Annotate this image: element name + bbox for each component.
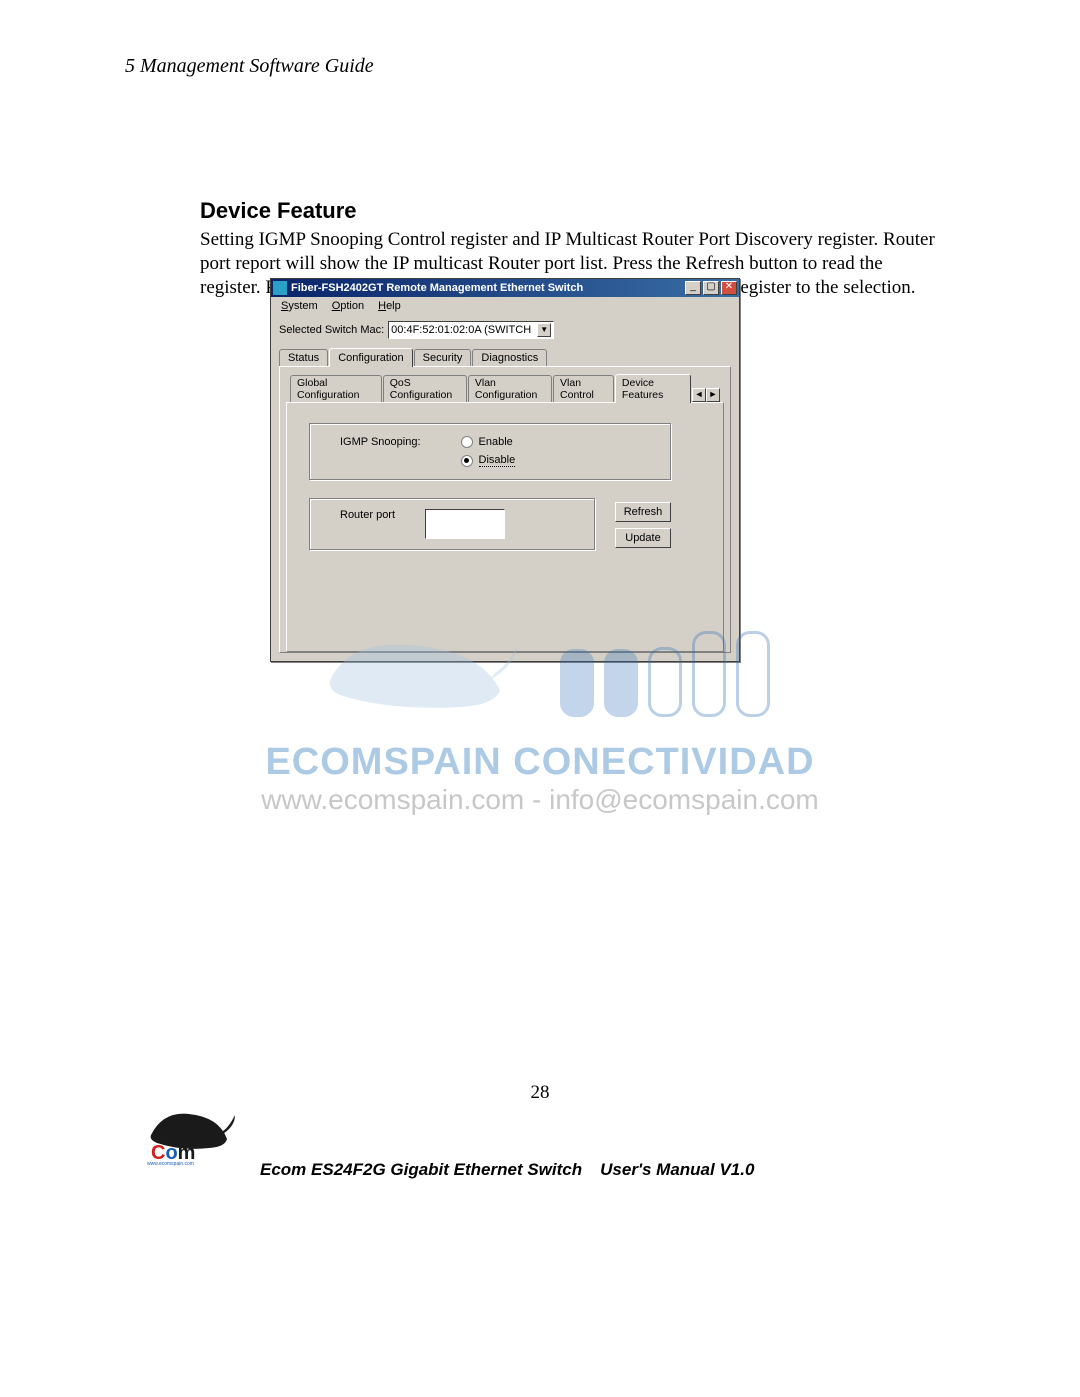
outer-tabstrip: Status Configuration Security Diagnostic…: [271, 347, 739, 366]
igmp-group: IGMP Snooping: Enable Disable: [309, 423, 671, 480]
tab-global-config[interactable]: Global Configuration: [290, 375, 382, 402]
mac-selector-row: Selected Switch Mac: 00:4F:52:01:02:0A (…: [271, 315, 739, 343]
igmp-enable-label: Enable: [479, 436, 513, 448]
tab-device-features[interactable]: Device Features: [615, 374, 691, 403]
tab-vlan-control[interactable]: Vlan Control: [553, 375, 614, 402]
router-port-list[interactable]: [425, 509, 505, 539]
tab-scroll-right-icon[interactable]: ►: [706, 388, 720, 402]
inner-tabstrip: Global Configuration QoS Configuration V…: [286, 373, 724, 402]
radio-icon: [461, 436, 473, 448]
footer-doc: User's Manual V1.0: [600, 1160, 754, 1179]
igmp-disable-radio[interactable]: Disable: [461, 454, 516, 467]
igmp-disable-label: Disable: [479, 454, 516, 467]
maximize-button[interactable]: ▢: [703, 281, 719, 295]
tab-security[interactable]: Security: [414, 349, 472, 366]
app-icon: [273, 281, 287, 295]
refresh-button[interactable]: Refresh: [615, 502, 671, 522]
tab-vlan-config[interactable]: Vlan Configuration: [468, 375, 552, 402]
router-port-group: Router port: [309, 498, 595, 550]
watermark-brand: ECOMSPAIN CONECTIVIDAD: [0, 741, 1080, 784]
router-port-row: Router port Refresh Update: [309, 498, 671, 550]
footer-logo-url: www.ecomspain.com: [147, 1161, 194, 1167]
footer-product: Ecom ES24F2G Gigabit Ethernet Switch: [260, 1160, 582, 1179]
mac-value: 00:4F:52:01:02:0A (SWITCH: [391, 324, 531, 336]
tab-configuration[interactable]: Configuration: [329, 348, 412, 367]
update-button[interactable]: Update: [615, 528, 671, 548]
section-heading: Device Feature: [200, 198, 945, 224]
inner-tab-panel: IGMP Snooping: Enable Disable Router por…: [286, 402, 724, 652]
menu-help[interactable]: Help: [372, 299, 407, 313]
watermark-url: www.ecomspain.com - info@ecomspain.com: [0, 784, 1080, 816]
igmp-label: IGMP Snooping:: [340, 436, 421, 448]
footer-logo: Com www.ecomspain.com: [145, 1105, 235, 1167]
app-window: Fiber-FSH2402GT Remote Management Ethern…: [270, 278, 740, 662]
close-button[interactable]: ✕: [721, 281, 737, 295]
menu-option[interactable]: Option: [326, 299, 370, 313]
page-number: 28: [0, 1082, 1080, 1104]
igmp-enable-radio[interactable]: Enable: [461, 436, 516, 448]
menu-system[interactable]: System: [275, 299, 324, 313]
radio-icon: [461, 455, 473, 467]
router-port-label: Router port: [340, 509, 395, 521]
tab-diagnostics[interactable]: Diagnostics: [472, 349, 547, 366]
mac-select[interactable]: 00:4F:52:01:02:0A (SWITCH ▼: [388, 321, 554, 339]
tab-status[interactable]: Status: [279, 349, 328, 366]
dropdown-icon[interactable]: ▼: [537, 323, 551, 337]
menubar: System Option Help: [271, 297, 739, 315]
titlebar: Fiber-FSH2402GT Remote Management Ethern…: [271, 279, 739, 297]
chapter-header: 5 Management Software Guide: [125, 55, 945, 78]
outer-tab-panel: Global Configuration QoS Configuration V…: [279, 366, 731, 653]
window-title: Fiber-FSH2402GT Remote Management Ethern…: [291, 282, 685, 294]
tab-scroll-left-icon[interactable]: ◄: [692, 388, 706, 402]
tab-qos-config[interactable]: QoS Configuration: [383, 375, 467, 402]
footer-text: Ecom ES24F2G Gigabit Ethernet Switch User…: [260, 1160, 754, 1180]
mac-label: Selected Switch Mac:: [279, 324, 384, 336]
minimize-button[interactable]: _: [685, 281, 701, 295]
